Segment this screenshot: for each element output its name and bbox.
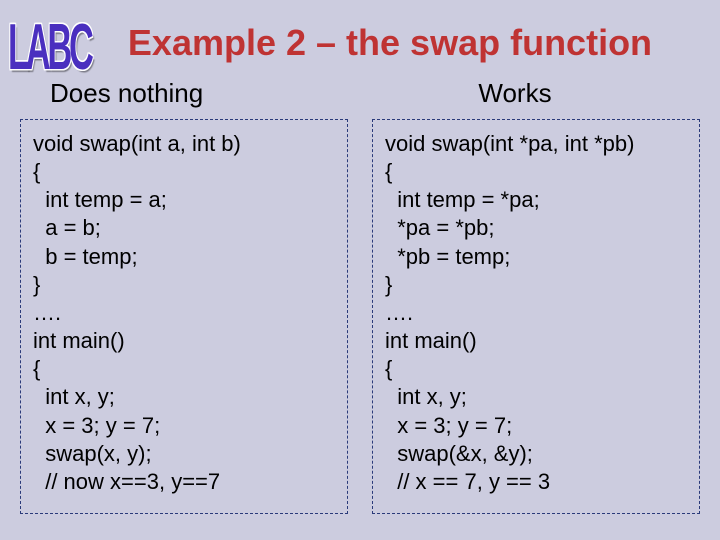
code-columns: void swap(int a, int b) { int temp = a; … <box>0 109 720 514</box>
subtitle-right: Works <box>360 78 690 109</box>
slide-title: Example 2 – the swap function <box>0 0 720 64</box>
code-right: void swap(int *pa, int *pb) { int temp =… <box>385 130 687 514</box>
logo-wordart: LABC <box>8 10 91 84</box>
code-left: void swap(int a, int b) { int temp = a; … <box>33 130 335 514</box>
code-box-left: void swap(int a, int b) { int temp = a; … <box>20 119 348 514</box>
code-box-right: void swap(int *pa, int *pb) { int temp =… <box>372 119 700 514</box>
subtitle-row: Does nothing Works <box>0 78 720 109</box>
